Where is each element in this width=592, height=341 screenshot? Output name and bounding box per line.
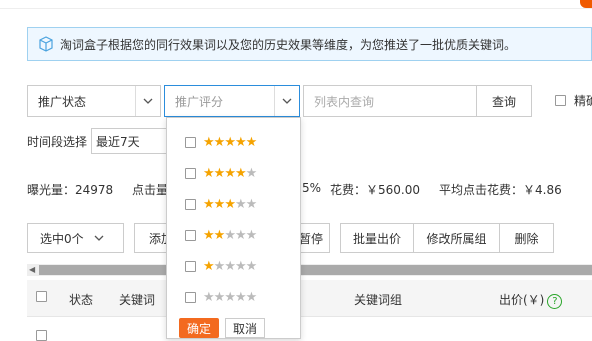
- rating-option-2[interactable]: ★★★★★: [185, 228, 257, 243]
- rating-option-0[interactable]: ★★★★★: [185, 290, 257, 305]
- info-notice: 淘词盒子根据您的同行效果词以及您的历史效果等维度，为您推送了一批优质关键词。: [27, 27, 592, 61]
- chevron-down-icon: [274, 86, 299, 116]
- exact-match-toggle[interactable]: 精确: [555, 92, 592, 109]
- pause-label: 暂停: [298, 231, 323, 246]
- top-border: [0, 0, 592, 9]
- star-rating-icon: ★★★★★: [203, 135, 257, 150]
- rating-checkbox[interactable]: [185, 292, 196, 303]
- time-range-value: 最近7天: [96, 134, 140, 149]
- star-rating-icon: ★★★★★: [203, 228, 257, 243]
- header-bid-label: 出价(￥): [499, 293, 545, 307]
- rating-checkbox[interactable]: [185, 261, 196, 272]
- rating-checkbox[interactable]: [185, 168, 196, 179]
- rating-option-5[interactable]: ★★★★★: [185, 135, 257, 150]
- change-group-button[interactable]: 修改所属组: [414, 223, 500, 253]
- rating-checkbox[interactable]: [185, 199, 196, 210]
- status-select-value: 推广状态: [38, 94, 87, 109]
- delete-button[interactable]: 删除: [500, 223, 554, 253]
- confirm-button[interactable]: 确定: [179, 318, 219, 338]
- rating-dropdown: ★★★★★ ★★★★★ ★★★★★ ★★★★★ ★★★★★ ★★★★★ 确定 取消: [166, 117, 301, 339]
- rating-checkbox[interactable]: [185, 230, 196, 241]
- stat-clicks: 点击量: [132, 183, 169, 197]
- rating-option-4[interactable]: ★★★★★: [185, 166, 257, 181]
- star-rating-icon: ★★★★★: [203, 290, 257, 305]
- rating-checkbox[interactable]: [185, 137, 196, 148]
- table-row: [27, 326, 592, 341]
- exact-label: 精确: [574, 94, 592, 108]
- selected-count-label: 选中0个: [40, 231, 84, 246]
- rating-select-placeholder: 推广评分: [175, 94, 224, 109]
- stat-cost: 花费：￥560.00: [330, 183, 420, 197]
- search-placeholder: 列表内查询: [314, 94, 375, 109]
- select-all-checkbox[interactable]: [36, 291, 47, 302]
- notice-text: 淘词盒子根据您的同行效果词以及您的历史效果等维度，为您推送了一批优质关键词。: [60, 37, 517, 52]
- scroll-left-icon[interactable]: ◀: [29, 265, 35, 274]
- cube-icon: [39, 36, 53, 52]
- header-bid: 出价(￥)?: [499, 291, 563, 309]
- batch-bid-button[interactable]: 批量出价: [340, 223, 414, 253]
- horizontal-scrollbar[interactable]: ◀: [27, 264, 592, 276]
- selected-count-button[interactable]: 选中0个: [27, 223, 124, 253]
- help-icon[interactable]: ?: [547, 294, 563, 309]
- rating-option-1[interactable]: ★★★★★: [185, 259, 257, 274]
- status-select[interactable]: 推广状态: [27, 85, 161, 117]
- header-keyword-group: 关键词组: [354, 293, 403, 307]
- list-search-input[interactable]: 列表内查询: [303, 85, 477, 117]
- rating-select[interactable]: 推广评分: [164, 85, 300, 117]
- star-rating-icon: ★★★★★: [203, 166, 257, 181]
- table-header: 状态 关键词 关键词组 出价(￥)?: [27, 280, 592, 317]
- chevron-down-icon: [135, 86, 160, 116]
- notification-dot: [580, 0, 592, 8]
- header-keyword[interactable]: 关键词: [119, 291, 155, 308]
- query-button[interactable]: 查询: [477, 85, 532, 117]
- rating-option-3[interactable]: ★★★★★: [185, 197, 257, 212]
- scrollbar-thumb[interactable]: [39, 265, 592, 275]
- filter-row: 推广状态 推广评分 列表内查询 查询: [27, 85, 532, 117]
- time-range-label: 时间段选择: [27, 134, 88, 149]
- stat-ctr: 5%: [302, 181, 322, 195]
- stat-impressions: 曝光量：24978: [27, 183, 114, 197]
- row-checkbox[interactable]: [36, 330, 47, 341]
- star-rating-icon: ★★★★★: [203, 197, 257, 212]
- chevron-down-icon: [94, 235, 104, 241]
- cancel-button[interactable]: 取消: [225, 318, 265, 338]
- exact-checkbox[interactable]: [555, 95, 566, 106]
- stat-avg-click-cost: 平均点击花费：￥4.86: [439, 183, 562, 197]
- header-status: 状态: [69, 293, 94, 307]
- star-rating-icon: ★★★★★: [203, 259, 257, 274]
